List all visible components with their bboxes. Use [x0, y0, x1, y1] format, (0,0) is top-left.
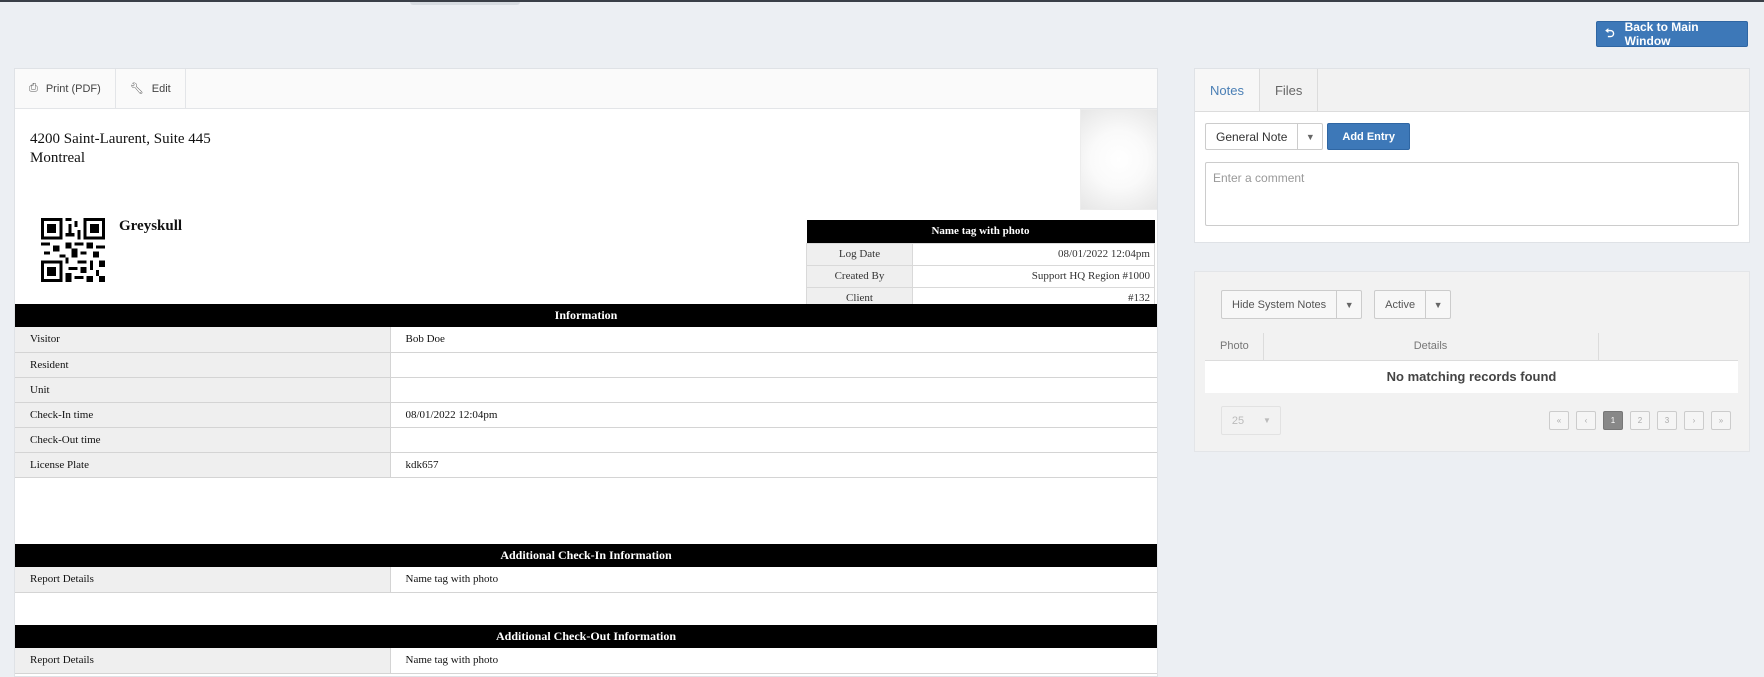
table-row: No matching records found [1205, 360, 1738, 393]
page-size-select[interactable]: 25 ▼ [1221, 406, 1281, 435]
information-table: Visitor Bob Doe Resident Unit Check-In ti… [15, 327, 1157, 478]
table-row: License Plate kdk657 [15, 452, 1157, 478]
edit-label: Edit [151, 82, 171, 95]
chevron-down-icon[interactable]: ▼ [1254, 407, 1280, 434]
site-address: 4200 Saint-Laurent, Suite 445 Montreal [30, 130, 211, 168]
note-type-select[interactable]: General Note ▼ [1205, 123, 1324, 150]
table-row: Report Details Name tag with photo [15, 648, 1157, 674]
pagination: « ‹ 1 2 3 › » [1549, 411, 1731, 430]
back-button-label: Back to Main Window [1624, 20, 1699, 48]
notes-panel: Notes Files General Note ▼ Add Entry [1194, 68, 1750, 243]
next-page-button[interactable]: › [1684, 411, 1704, 430]
table-row: Resident [15, 352, 1157, 378]
tab-notes[interactable]: Notes [1195, 69, 1260, 111]
back-arrow-icon: ⮌ [1605, 25, 1615, 40]
page-2-button[interactable]: 2 [1630, 411, 1650, 430]
check-in-header: Additional Check-In Information [15, 544, 1157, 567]
edit-button[interactable]: 🔧︎ Edit [116, 69, 186, 108]
note-type-value: General Note [1206, 124, 1299, 149]
pdf-icon: ⎙ [29, 82, 38, 94]
check-out-table: Report Details Name tag with photo [15, 648, 1157, 674]
column-header-extra [1598, 333, 1738, 361]
chevron-down-icon[interactable]: ▼ [1337, 291, 1361, 318]
name-tag-title: Name tag with photo [806, 220, 1155, 243]
last-page-button[interactable]: » [1711, 411, 1731, 430]
table-row: Report Details Name tag with photo [15, 567, 1157, 593]
column-header-photo[interactable]: Photo [1205, 333, 1264, 361]
chevron-down-icon[interactable]: ▼ [1298, 124, 1322, 149]
name-tag-table: Name tag with photo Log Date 08/01/2022 … [806, 220, 1155, 310]
table-row: Visitor Bob Doe [15, 327, 1157, 353]
back-to-main-window-button[interactable]: ⮌ Back to Main Window [1596, 20, 1748, 48]
print-pdf-label: Print (PDF) [45, 82, 101, 95]
report-toolbar: ⎙ Print (PDF) 🔧︎ Edit [15, 69, 1157, 109]
tab-files[interactable]: Files [1260, 69, 1319, 111]
table-row: Check-In time 08/01/2022 12:04pm [15, 402, 1157, 428]
table-row: Created By Support HQ Region #1000 [806, 264, 1155, 288]
site-name: Greyskull [119, 218, 183, 234]
comment-input[interactable] [1205, 162, 1739, 226]
add-entry-button[interactable]: Add Entry [1327, 123, 1410, 150]
prev-page-button[interactable]: ‹ [1576, 411, 1596, 430]
note-controls: General Note ▼ Add Entry [1205, 123, 1410, 150]
wrench-icon: 🔧︎ [129, 83, 144, 95]
table-row: Check-Out time [15, 427, 1157, 453]
notes-tabs: Notes Files [1195, 69, 1749, 112]
chevron-down-icon[interactable]: ▼ [1426, 291, 1450, 318]
page-size-value: 25 [1231, 414, 1245, 427]
page-1-button[interactable]: 1 [1603, 411, 1623, 430]
table-row: Log Date 08/01/2022 12:04pm [806, 242, 1155, 266]
system-notes-filter-value: Hide System Notes [1222, 291, 1338, 318]
print-pdf-button[interactable]: ⎙ Print (PDF) [15, 69, 116, 108]
check-in-table: Report Details Name tag with photo [15, 567, 1157, 593]
information-header: Information [15, 304, 1157, 327]
list-filters: Hide System Notes ▼ Active ▼ [1221, 290, 1452, 319]
empty-message: No matching records found [1205, 360, 1738, 393]
status-filter-value: Active [1375, 291, 1427, 318]
column-header-details[interactable]: Details [1263, 333, 1599, 361]
report-panel: ⎙ Print (PDF) 🔧︎ Edit 4200 Saint-Laurent… [14, 68, 1158, 677]
qr-code [41, 218, 105, 282]
top-bar [0, 0, 1764, 2]
table-row: Unit [15, 377, 1157, 403]
check-out-header: Additional Check-Out Information [15, 625, 1157, 648]
page-3-button[interactable]: 3 [1657, 411, 1677, 430]
visitor-photo[interactable] [1080, 109, 1157, 210]
top-bar-tab [410, 2, 520, 5]
status-filter[interactable]: Active ▼ [1374, 290, 1452, 319]
address-line-2: Montreal [30, 150, 85, 166]
notes-table: Photo Details No matching records found [1205, 333, 1738, 393]
system-notes-filter[interactable]: Hide System Notes ▼ [1221, 290, 1363, 319]
address-line-1: 4200 Saint-Laurent, Suite 445 [30, 131, 211, 147]
notes-list-panel: Hide System Notes ▼ Active ▼ Photo Detai… [1194, 271, 1750, 452]
first-page-button[interactable]: « [1549, 411, 1569, 430]
